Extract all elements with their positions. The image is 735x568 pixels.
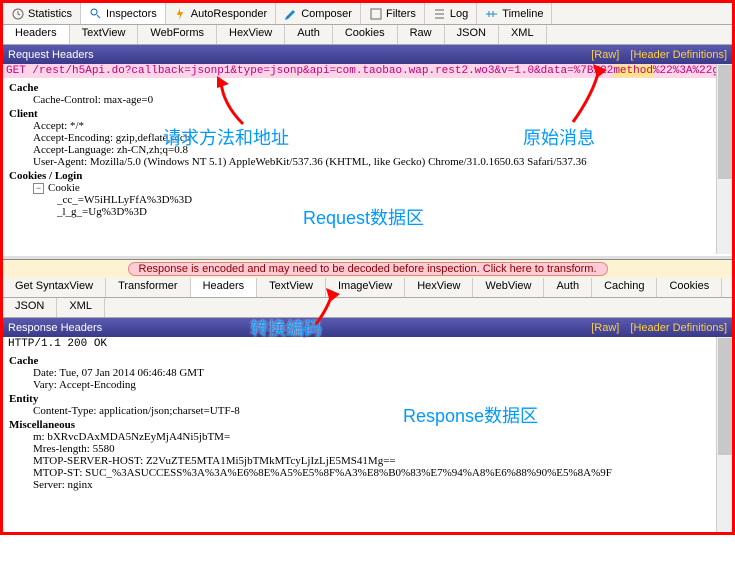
tab-label: Statistics [28,8,72,20]
tree-item[interactable]: m: bXRvcDAxMDA5NzEyMjA4Ni5jbTM= [33,431,726,443]
response-content-pane: HTTP/1.1 200 OK Cache Date: Tue, 07 Jan … [3,337,732,532]
response-subtabs-2: JSON XML [3,298,732,318]
subtab-caching[interactable]: Caching [592,278,657,297]
response-status-line[interactable]: HTTP/1.1 200 OK [3,337,732,351]
tree-group-cache[interactable]: Cache [9,82,726,94]
tree-group-entity[interactable]: Entity [9,393,726,405]
main-tabbar: Statistics Inspectors AutoResponder Comp… [3,3,732,25]
tree-item[interactable]: Accept: */* [33,120,726,132]
subtab-raw[interactable]: Raw [398,25,445,44]
tree-item[interactable]: Server: nginx [33,479,726,491]
decode-warning-bar: Response is encoded and may need to be d… [3,260,732,278]
subtab-textview[interactable]: TextView [70,25,139,44]
tree-group-misc[interactable]: Miscellaneous [9,419,726,431]
tree-item[interactable]: Date: Tue, 07 Jan 2014 06:46:48 GMT [33,367,726,379]
response-subtabs: Get SyntaxView Transformer Headers TextV… [3,278,732,298]
vertical-scrollbar[interactable] [716,337,732,532]
tree-item[interactable]: Content-Type: application/json;charset=U… [33,405,726,417]
tree-item[interactable]: MTOP-ST: SUC_%3ASUCCESS%3A%3A%E6%8E%A5%E… [33,467,726,479]
tree-item[interactable]: Accept-Encoding: gzip,deflate,sdch [33,132,726,144]
magnify-icon [89,7,103,21]
tab-log[interactable]: Log [425,3,477,24]
subtab-xml[interactable]: XML [499,25,547,44]
request-content-pane: GET /rest/h5Api.do?callback=jsonp1&type=… [3,64,732,254]
tab-label: Timeline [502,8,543,20]
tree-item[interactable]: User-Agent: Mozilla/5.0 (Windows NT 5.1)… [33,156,726,168]
tree-item-cookie[interactable]: −Cookie [33,182,726,194]
header-definitions-link[interactable]: [Header Definitions] [630,49,727,61]
clock-icon [11,7,25,21]
tree-label: Cookie [48,182,80,194]
list-icon [433,7,447,21]
subtab-auth[interactable]: Auth [285,25,333,44]
vertical-scrollbar[interactable] [716,64,732,254]
bolt-icon [174,7,188,21]
tab-label: Composer [301,8,352,20]
subtab-webview[interactable]: WebView [473,278,544,297]
request-subtabs: Headers TextView WebForms HexView Auth C… [3,25,732,45]
tab-autoresponder[interactable]: AutoResponder [166,3,276,24]
checkbox-icon [369,7,383,21]
tree-item[interactable]: MTOP-SERVER-HOST: Z2VuZTE5MTA1Mi5jbTMkMT… [33,455,726,467]
request-headers-bar: Request Headers [Raw] [Header Definition… [3,45,732,64]
tree-item[interactable]: Accept-Language: zh-CN,zh;q=0.8 [33,144,726,156]
pencil-icon [284,7,298,21]
subtab-hexview-resp[interactable]: HexView [405,278,473,297]
tab-composer[interactable]: Composer [276,3,361,24]
subtab-cookies-resp[interactable]: Cookies [657,278,722,297]
request-headers-tree: Cache Cache-Control: max-age=0 Client Ac… [3,78,732,220]
request-line-highlight: method [613,65,653,77]
tree-item[interactable]: Cache-Control: max-age=0 [33,94,726,106]
response-headers-tree: Cache Date: Tue, 07 Jan 2014 06:46:48 GM… [3,351,732,493]
subtab-syntaxview[interactable]: Get SyntaxView [3,278,106,297]
subtab-headers-resp[interactable]: Headers [191,278,258,297]
request-line-prefix: GET /rest/h5Api.do?callback=jsonp1&type=… [6,65,613,77]
scroll-thumb[interactable] [718,65,732,179]
tree-group-cache-resp[interactable]: Cache [9,355,726,367]
subtab-headers[interactable]: Headers [3,25,70,44]
tree-item[interactable]: Mres-length: 5580 [33,443,726,455]
header-definitions-link-resp[interactable]: [Header Definitions] [630,322,727,334]
tree-group-client[interactable]: Client [9,108,726,120]
raw-link[interactable]: [Raw] [591,49,619,61]
section-title: Response Headers [8,322,102,334]
tab-label: Filters [386,8,416,20]
subtab-webforms[interactable]: WebForms [138,25,217,44]
tab-label: Inspectors [106,8,157,20]
response-headers-bar: Response Headers [Raw] [Header Definitio… [3,318,732,337]
subtab-hexview[interactable]: HexView [217,25,285,44]
subtab-auth-resp[interactable]: Auth [544,278,592,297]
section-title: Request Headers [8,49,94,61]
tab-filters[interactable]: Filters [361,3,425,24]
tree-item[interactable]: Vary: Accept-Encoding [33,379,726,391]
tree-item[interactable]: _l_g_=Ug%3D%3D [57,206,726,218]
tab-label: Log [450,8,468,20]
tab-timeline[interactable]: Timeline [477,3,552,24]
scroll-thumb[interactable] [718,338,732,455]
subtab-xml-resp[interactable]: XML [57,298,105,317]
subtab-transformer[interactable]: Transformer [106,278,191,297]
tab-label: AutoResponder [191,8,267,20]
subtab-json-resp[interactable]: JSON [3,298,57,317]
timeline-icon [485,7,499,21]
decode-warning-link[interactable]: Response is encoded and may need to be d… [128,262,608,276]
subtab-imageview[interactable]: ImageView [326,278,405,297]
raw-link-resp[interactable]: [Raw] [591,322,619,334]
collapse-icon[interactable]: − [33,183,44,194]
tab-inspectors[interactable]: Inspectors [81,3,166,24]
subtab-cookies[interactable]: Cookies [333,25,398,44]
subtab-json[interactable]: JSON [445,25,499,44]
tree-item[interactable]: _cc_=W5iHLLyFfA%3D%3D [57,194,726,206]
tree-group-cookies[interactable]: Cookies / Login [9,170,726,182]
request-first-line[interactable]: GET /rest/h5Api.do?callback=jsonp1&type=… [3,64,732,78]
subtab-textview-resp[interactable]: TextView [257,278,326,297]
tab-statistics[interactable]: Statistics [3,3,81,24]
